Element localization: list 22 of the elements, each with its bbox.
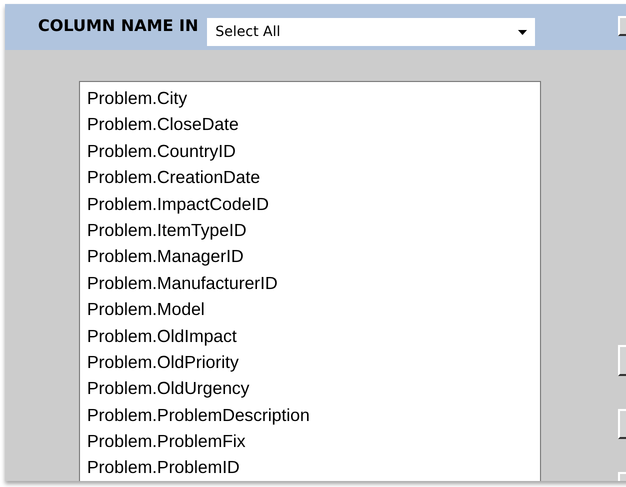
list-item[interactable]: Problem.ProblemDescription <box>87 402 540 428</box>
column-list[interactable] <box>79 81 541 481</box>
list-item[interactable]: Problem.ManagerID <box>87 243 540 270</box>
column-select[interactable]: Select All <box>207 18 536 46</box>
side-button[interactable] <box>618 409 626 439</box>
list-item[interactable]: Problem.OldPriority <box>87 348 540 376</box>
list-item[interactable]: Problem.ProblemFix <box>87 428 540 454</box>
caret-icon <box>518 30 528 34</box>
column-name-label: COLUMN NAME IN <box>38 16 198 35</box>
side-button[interactable] <box>618 16 626 36</box>
list-item[interactable]: Problem.ProblemID <box>87 454 540 481</box>
list-item[interactable]: Problem.ItemTypeID <box>87 216 540 244</box>
list-item[interactable]: Problem.CloseDate <box>87 111 540 138</box>
list-item[interactable]: Problem.Model <box>87 296 540 323</box>
list-item[interactable]: Problem.ManufacturerID <box>87 270 540 296</box>
list-item[interactable]: Problem.OldUrgency <box>87 375 540 402</box>
list-item[interactable]: Problem.ImpactCodeID <box>87 190 540 217</box>
list-item[interactable]: Problem.OldImpact <box>87 322 540 349</box>
list-item[interactable]: Problem.City <box>87 85 540 112</box>
list-item[interactable]: Problem.CreationDate <box>87 164 540 191</box>
side-button[interactable] <box>618 345 626 376</box>
list-item[interactable]: Problem.CountryID <box>87 138 540 164</box>
